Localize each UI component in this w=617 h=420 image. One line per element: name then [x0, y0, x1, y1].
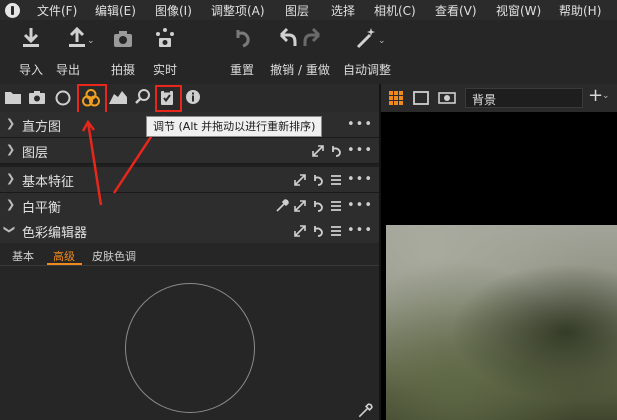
tooltip: 调节 (Alt 并拖动以进行重新排序)	[146, 116, 323, 137]
annotation-arrows	[81, 115, 166, 206]
